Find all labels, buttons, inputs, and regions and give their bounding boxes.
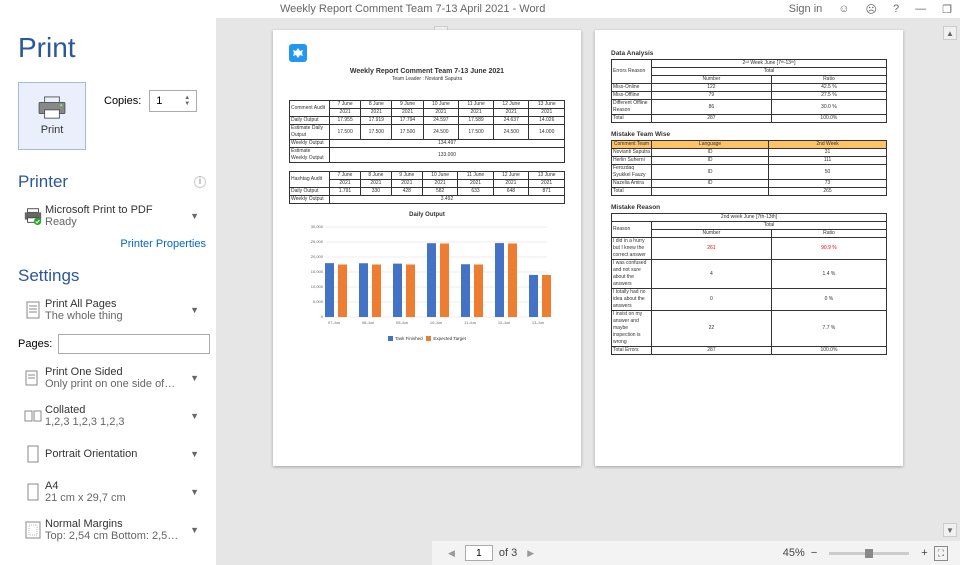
svg-text:0: 0 <box>321 314 324 319</box>
preview-page-1: Weekly Report Comment Team 7-13 June 202… <box>273 30 581 466</box>
sided-ic <box>21 368 45 388</box>
chevron-down-icon: ▼ <box>186 373 203 383</box>
print-preview-area: ▲ ▲ ▼ Weekly Report Comment Team 7-13 Ju… <box>216 18 960 565</box>
setting-port-ic[interactable]: Portrait Orientation▼ <box>18 436 206 472</box>
title-bar: Weekly Report Comment Team 7-13 April 20… <box>0 0 960 18</box>
preview-footer: ◀ of 3 ▶ 45% − + ⛶ <box>432 541 960 565</box>
restore-button[interactable]: ❐ <box>942 3 952 16</box>
port-ic <box>21 444 45 464</box>
svg-text:10,000: 10,000 <box>311 284 324 289</box>
minimize-button[interactable]: — <box>915 3 926 15</box>
printer-section-heading: Printer <box>18 172 206 192</box>
setting-pages-ic[interactable]: Print All PagesThe whole thing▼ <box>18 292 206 328</box>
document-title: Weekly Report Comment Team 7-13 April 20… <box>280 3 545 15</box>
face-icon-1[interactable]: ☺ <box>838 3 849 15</box>
prev-page-button[interactable]: ◀ <box>444 548 459 559</box>
chevron-down-icon: ▼ <box>186 211 203 221</box>
svg-text:15,000: 15,000 <box>311 269 324 274</box>
chevron-down-icon: ▼ <box>186 449 203 459</box>
svg-text:11-Jun: 11-Jun <box>464 320 476 325</box>
setting-marg-ic[interactable]: Normal MarginsTop: 2,54 cm Bottom: 2,5…▼ <box>18 512 206 548</box>
printer-properties-link[interactable]: Printer Properties <box>18 238 206 250</box>
scroll-down-button[interactable]: ▼ <box>943 523 957 537</box>
svg-text:30,000: 30,000 <box>311 224 324 229</box>
page-total-label: of 3 <box>499 547 517 559</box>
printer-icon <box>37 96 67 120</box>
svg-text:10-Jun: 10-Jun <box>430 320 442 325</box>
next-page-button[interactable]: ▶ <box>523 548 538 559</box>
svg-text:12-Jun: 12-Jun <box>498 320 510 325</box>
setting-sided-ic[interactable]: Print One SidedOnly print on one side of… <box>18 360 206 396</box>
svg-text:09-Jun: 09-Jun <box>396 320 408 325</box>
pages-ic <box>21 300 45 320</box>
pages-input[interactable] <box>58 334 210 354</box>
face-icon-2[interactable]: ☹ <box>866 3 877 16</box>
svg-text:25,000: 25,000 <box>311 239 324 244</box>
fit-page-button[interactable]: ⛶ <box>934 546 948 561</box>
settings-section-heading: Settings <box>18 266 206 286</box>
print-button-label: Print <box>41 124 64 136</box>
logo-icon <box>289 44 307 62</box>
setting-a4-ic[interactable]: A421 cm x 29,7 cm▼ <box>18 474 206 510</box>
copies-stepper[interactable]: 1 ▲▼ <box>149 90 197 112</box>
svg-text:5,000: 5,000 <box>313 299 324 304</box>
setting-coll-ic[interactable]: Collated1,2,3 1,2,3 1,2,3▼ <box>18 398 206 434</box>
preview-page-2: Data AnalysisErrors Reason2ⁿᵈ Week June … <box>595 30 903 466</box>
pages-label: Pages: <box>18 338 52 350</box>
sign-in-link[interactable]: Sign in <box>789 3 823 15</box>
zoom-in-button[interactable]: + <box>921 547 927 559</box>
a4-ic <box>21 482 45 502</box>
info-icon[interactable]: i <box>194 176 206 188</box>
print-heading: Print <box>18 32 206 64</box>
current-page-input[interactable] <box>465 545 493 561</box>
svg-text:13-Jun: 13-Jun <box>532 320 544 325</box>
zoom-out-button[interactable]: − <box>811 547 817 559</box>
svg-text:08-Jun: 08-Jun <box>362 320 374 325</box>
printer-status-icon <box>21 206 45 226</box>
marg-ic <box>21 520 45 540</box>
copies-label: Copies: <box>104 95 141 107</box>
zoom-label: 45% <box>783 547 805 559</box>
printer-dropdown[interactable]: Microsoft Print to PDFReady ▼ <box>18 198 206 234</box>
svg-text:07-Jun: 07-Jun <box>328 320 340 325</box>
chevron-down-icon[interactable]: ▼ <box>184 101 194 107</box>
print-settings-panel: Print Print Copies: 1 ▲▼ Printer i Micro… <box>0 18 216 565</box>
chevron-down-icon: ▼ <box>186 487 203 497</box>
zoom-slider[interactable] <box>829 552 909 555</box>
svg-text:20,000: 20,000 <box>311 254 324 259</box>
coll-ic <box>21 406 45 426</box>
scroll-up-button[interactable]: ▲ <box>943 26 957 40</box>
chevron-down-icon: ▼ <box>186 411 203 421</box>
chevron-down-icon: ▼ <box>186 305 203 315</box>
print-button[interactable]: Print <box>18 82 86 150</box>
chevron-down-icon: ▼ <box>186 525 203 535</box>
help-icon[interactable]: ? <box>893 3 899 15</box>
copies-value: 1 <box>156 95 162 107</box>
